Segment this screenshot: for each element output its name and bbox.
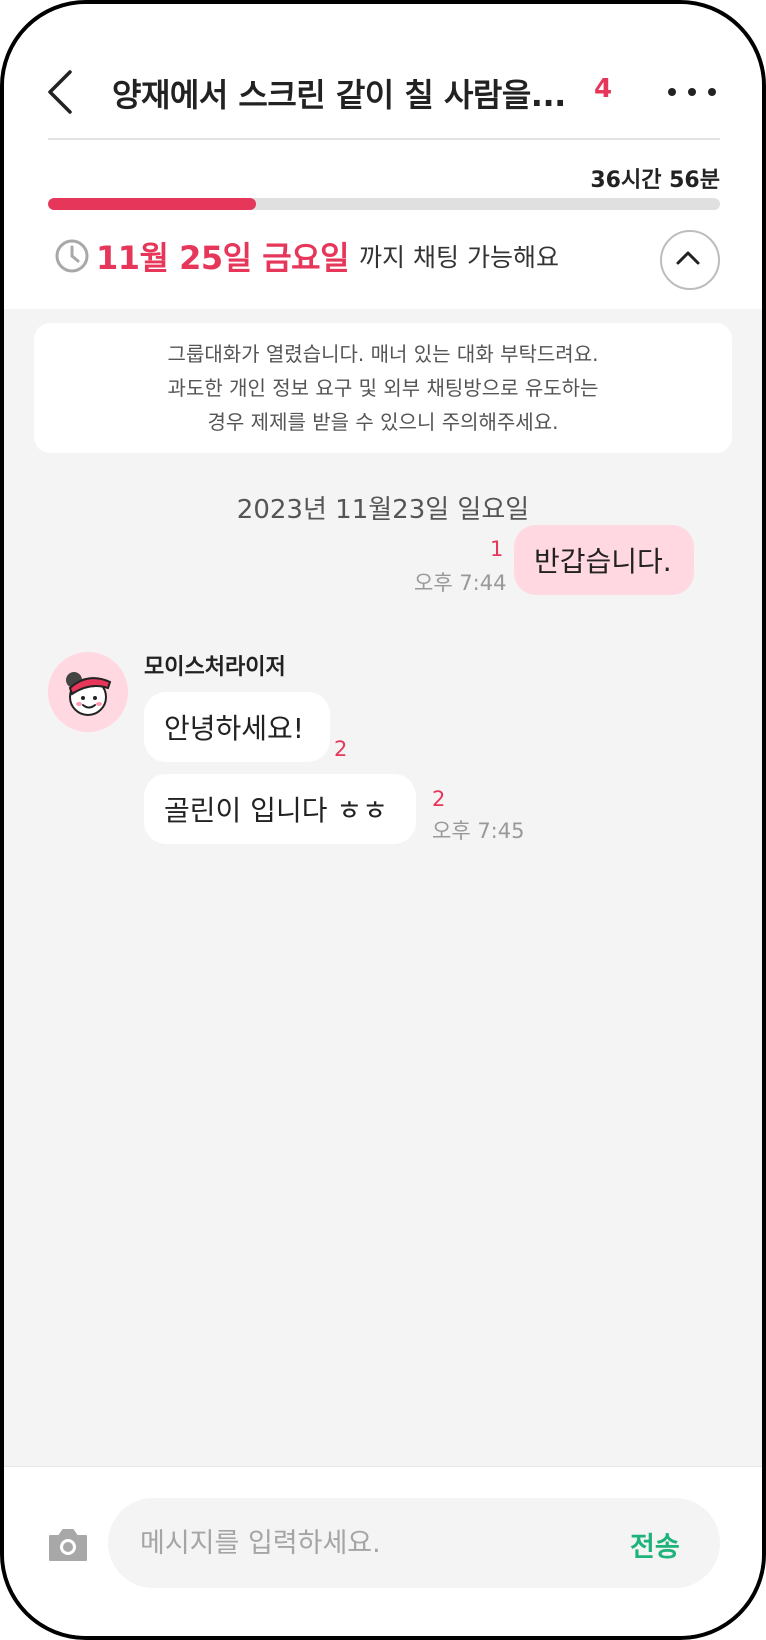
time-progress-bar bbox=[48, 198, 720, 210]
deadline-suffix: 까지 채팅 가능해요 bbox=[359, 243, 559, 272]
header-divider bbox=[48, 138, 720, 140]
member-count-badge: 4 bbox=[594, 74, 613, 104]
message-input[interactable] bbox=[108, 1498, 720, 1588]
unread-count: 2 bbox=[334, 737, 348, 761]
avatar[interactable] bbox=[48, 652, 128, 732]
time-progress-fill bbox=[48, 198, 257, 210]
message-time: 오후 7:44 bbox=[414, 571, 507, 595]
notice-line: 그룹대화가 열렸습니다. 매너 있는 대화 부탁드려요. bbox=[167, 342, 599, 366]
sender-name: 모이스처라이저 bbox=[144, 655, 286, 680]
camera-button[interactable] bbox=[46, 1525, 90, 1565]
send-button[interactable]: 전송 bbox=[630, 1525, 680, 1564]
chat-title: 양재에서 스크린 같이 칠 사람을... bbox=[112, 76, 566, 114]
time-remaining: 36시간 56분 bbox=[590, 168, 720, 193]
phone-frame: 양재에서 스크린 같이 칠 사람을... 4 36시간 56분 11월 25일 … bbox=[0, 0, 766, 1640]
message-input-bar: 전송 bbox=[4, 1466, 762, 1636]
chat-message-area[interactable]: 그룹대화가 열렸습니다. 매너 있는 대화 부탁드려요. 과도한 개인 정보 요… bbox=[4, 309, 762, 1466]
their-message-bubble[interactable]: 골린이 입니다 ㅎㅎ bbox=[144, 774, 416, 844]
deadline-date: 11월 25일 금요일 bbox=[96, 239, 350, 277]
user-avatar-icon bbox=[48, 652, 128, 732]
message-time: 오후 7:45 bbox=[432, 819, 525, 843]
unread-count: 1 bbox=[490, 537, 504, 561]
chevron-up-icon bbox=[676, 251, 700, 265]
deadline-info: 11월 25일 금요일 까지 채팅 가능해요 bbox=[54, 234, 559, 278]
unread-count: 2 bbox=[432, 787, 446, 811]
camera-icon bbox=[49, 1529, 87, 1561]
back-button[interactable] bbox=[44, 66, 84, 118]
notice-line: 과도한 개인 정보 요구 및 외부 채팅방으로 유도하는 bbox=[167, 376, 599, 400]
more-icon bbox=[668, 88, 716, 96]
date-separator: 2023년 11월23일 일요일 bbox=[236, 495, 530, 525]
chat-header: 양재에서 스크린 같이 칠 사람을... 4 36시간 56분 11월 25일 … bbox=[4, 4, 762, 309]
more-options-button[interactable] bbox=[664, 82, 720, 102]
their-message-bubble[interactable]: 안녕하세요! bbox=[144, 692, 330, 762]
clock-icon bbox=[55, 239, 89, 273]
back-arrow-icon bbox=[48, 70, 72, 114]
notice-line: 경우 제제를 받을 수 있으니 주의해주세요. bbox=[207, 410, 559, 434]
group-chat-notice: 그룹대화가 열렸습니다. 매너 있는 대화 부탁드려요. 과도한 개인 정보 요… bbox=[34, 323, 732, 453]
collapse-button[interactable] bbox=[660, 230, 720, 290]
my-message-bubble[interactable]: 반갑습니다. bbox=[514, 525, 694, 595]
